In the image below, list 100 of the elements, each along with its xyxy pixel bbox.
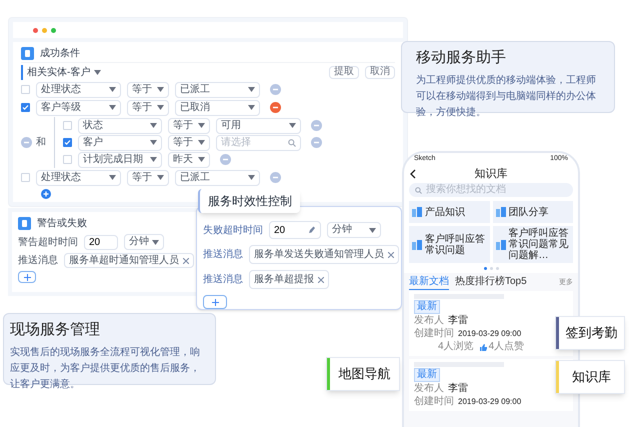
add-icon[interactable] [41,189,51,199]
checkbox[interactable] [21,103,30,112]
caret-icon [150,123,157,128]
books-icon [412,240,422,250]
books-icon [412,207,422,217]
category-tile[interactable]: 产品知识 [409,201,490,223]
category-tile[interactable]: 客户呼叫应答常识问题常见问题解… [492,226,573,263]
caret-icon [248,175,255,180]
caret-icon [157,87,164,92]
checkbox[interactable] [63,138,72,147]
unit-select[interactable]: 分钟 [327,222,381,238]
message-tag[interactable]: 服务单超时通知管理人员 [64,253,194,268]
add-button[interactable] [203,295,227,309]
category-tile[interactable]: 客户呼叫应答常识问题 [409,226,490,263]
section-title: 成功条件 [40,46,80,61]
publisher-name: 李雷 [448,315,468,327]
caret-icon [109,87,116,92]
search-icon [288,138,296,146]
select-field[interactable]: 等于 [127,100,169,116]
like-count: 4人点赞 [488,341,524,353]
checkbox[interactable] [21,173,30,182]
field-label: 推送消息 [203,272,243,287]
feature-label: 地图导航 [326,357,400,391]
thumbs-up-icon [480,344,487,350]
edit-icon [308,226,316,234]
action-button[interactable]: 提取 [329,66,359,78]
field-label: 推送消息 [18,254,58,268]
message-tag[interactable]: 服务单发送失败通知管理人员 [249,245,399,264]
tab[interactable]: 最新文档 [409,276,449,290]
close-icon[interactable] [388,252,394,258]
books-icon [496,207,506,217]
entity-dropdown[interactable]: 相关实体-客户 [21,64,102,80]
caret-icon [198,123,205,128]
select-field[interactable]: 等于 [127,170,169,186]
publisher-name: 李雷 [448,383,468,395]
remove-icon[interactable] [21,137,32,148]
feature-label: 知识库 [555,360,625,394]
remove-icon[interactable] [220,154,231,165]
select-field[interactable]: 计划完成日期 [78,152,162,168]
field-label: 创建时间 [414,396,454,408]
select-field[interactable]: 处理状态 [36,82,121,98]
message-tag[interactable]: 服务单超提报 [249,270,329,289]
caret-icon [109,105,116,110]
created-time: 2019-03-29 09:00 [458,328,522,340]
article-card[interactable]: 最新 发布人 李雷 创建时间 2019-03-29 09:00 [409,359,573,411]
screen-title: 知识库 [474,166,508,182]
select-field[interactable]: 等于 [168,118,210,134]
remove-icon[interactable] [270,84,281,95]
select-field[interactable]: 昨天 [168,152,210,168]
unit-select[interactable]: 分钟 [124,234,164,250]
select-field[interactable]: 客户等级 [36,100,121,116]
caret-icon [157,105,164,110]
time-control-title: 服务时效性控制 [198,189,300,213]
caret-icon [94,70,102,74]
field-label: 发布人 [414,315,444,327]
select-field[interactable]: 已派工 [175,82,260,98]
field-label: 推送消息 [203,248,243,262]
caret-icon [157,175,164,180]
feature-label: 签到考勤 [555,316,625,350]
remove-icon[interactable] [311,120,322,131]
checkbox[interactable] [63,121,72,130]
checkbox[interactable] [63,155,72,164]
checkbox[interactable] [21,85,30,94]
timeout-field[interactable]: 20 [269,221,321,239]
connector-label: 和 [36,136,46,150]
new-badge: 最新 [414,300,440,314]
caret-icon [150,140,157,145]
remove-icon[interactable] [311,137,322,148]
select-field[interactable]: 已派工 [175,170,260,186]
document-icon [18,216,31,230]
card-description: 实现售后的现场服务全流程可视化管理，响应更及时，为客户提供更优质的售后服务，让客户更满意。 [10,346,201,392]
plus-icon [212,298,218,306]
tab[interactable]: 热度排行榜Top5 [455,277,527,289]
back-icon[interactable] [410,169,416,179]
field-label: 失败超时时间 [203,224,263,238]
caret-icon [152,240,159,244]
select-field[interactable]: 可用 [216,118,301,134]
plus-icon [24,274,30,280]
select-field[interactable]: 等于 [127,82,169,98]
select-field[interactable]: 已取消 [175,100,260,116]
caret-icon [109,175,116,180]
add-button[interactable] [18,271,36,283]
remove-icon[interactable] [270,172,281,183]
card-description: 为工程师提供优质的移动端体验，工程师可以在移动端得到与电脑端同样的办公体验，方便快捷。 [416,74,597,120]
caret-icon [198,157,205,162]
close-icon[interactable] [318,276,324,282]
select-field[interactable]: 客户 [78,134,162,150]
field-label: 创建时间 [414,328,454,340]
document-icon [21,47,34,60]
caret-icon [289,123,296,128]
category-tile[interactable]: 团队分享 [492,201,573,223]
select-field[interactable]: 等于 [168,134,210,150]
select-field[interactable]: 状态 [78,118,162,134]
close-icon[interactable] [183,258,189,264]
card-title: 移动服务助手 [416,48,507,68]
select-field[interactable]: 处理状态 [36,170,121,186]
caret-icon [150,157,157,162]
timeout-field[interactable]: 20 [84,234,118,250]
remove-icon[interactable] [270,102,281,113]
action-button[interactable]: 取消 [365,66,395,78]
